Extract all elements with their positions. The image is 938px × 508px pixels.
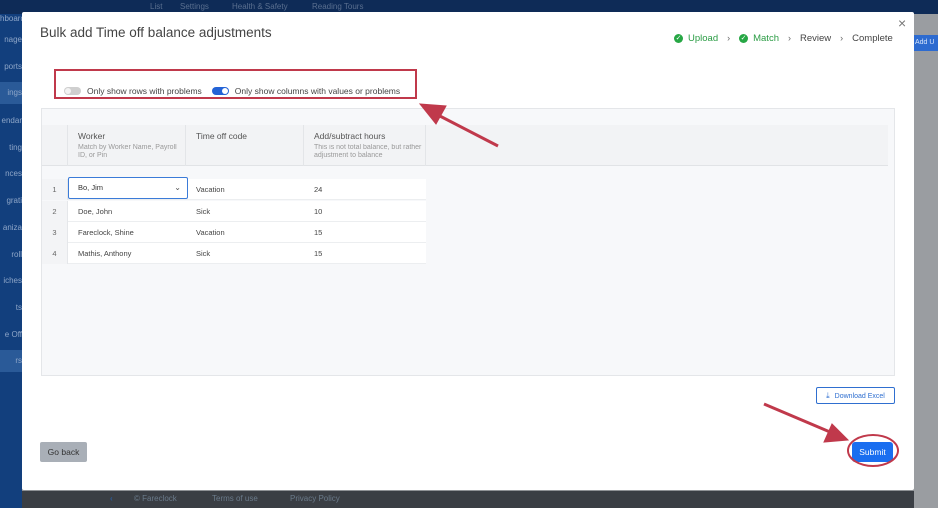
step-label: Complete — [852, 32, 893, 44]
data-table: Worker Match by Worker Name, Payroll ID,… — [41, 108, 895, 376]
table-row: 3 Fareclock, Shine Vacation 15 — [42, 222, 426, 243]
table-header-row: Worker Match by Worker Name, Payroll ID,… — [42, 125, 888, 166]
step-match: ✓ Match — [739, 33, 779, 44]
background-footer-item: © Fareclock — [134, 494, 177, 503]
background-sidebar-item: nces — [5, 169, 22, 178]
step-label: Match — [753, 32, 779, 44]
column-header-hours: Add/subtract hours This is not total bal… — [304, 125, 426, 166]
table-row: 2 Doe, John Sick 10 — [42, 201, 426, 222]
background-sidebar-item: nage — [4, 35, 22, 44]
download-excel-button[interactable]: ⤓ Download Excel — [816, 387, 895, 404]
table-row: 4 Mathis, Anthony Sick 15 — [42, 243, 426, 264]
column-subtitle: This is not total balance, but rather ad… — [314, 144, 422, 159]
toggle-switch-on[interactable] — [211, 87, 229, 95]
worker-select[interactable]: Bo, Jim ⌄ — [68, 177, 188, 199]
background-sidebar-item: ting — [9, 143, 22, 152]
background-footer-item: Terms of use — [212, 494, 258, 503]
modal-title: Bulk add Time off balance adjustments — [40, 25, 272, 40]
column-title: Time off code — [196, 131, 248, 141]
background-footer: ‹ © Fareclock Terms of use Privacy Polic… — [22, 491, 914, 508]
toggle-switch-off[interactable] — [64, 87, 81, 95]
background-sidebar: hboard nage ports ings endar ting nces g… — [0, 14, 22, 508]
download-excel-label: Download Excel — [834, 393, 885, 400]
worker-cell[interactable]: Doe, John — [68, 201, 112, 222]
background-sidebar-item: roll — [11, 250, 22, 259]
table-row: 1 Bo, Jim ⌄ Vacation 24 — [42, 177, 426, 200]
step-review: Review — [800, 33, 831, 44]
background-footer-item: Privacy Policy — [290, 494, 340, 503]
column-header-worker: Worker Match by Worker Name, Payroll ID,… — [68, 125, 186, 166]
background-nav-item: Reading Tours — [312, 2, 364, 11]
download-icon: ⤓ — [826, 391, 830, 400]
background-nav-item: Settings — [180, 2, 209, 11]
worker-cell[interactable]: Fareclock, Shine — [68, 222, 134, 243]
time-off-code-cell[interactable]: Vacation — [186, 179, 225, 200]
column-title: Add/subtract hours — [314, 131, 386, 141]
toggle-columns-with-values[interactable]: Only show columns with values or problem… — [211, 86, 401, 96]
time-off-code-cell[interactable]: Vacation — [186, 222, 225, 243]
row-number-header — [42, 125, 68, 166]
close-icon[interactable]: × — [898, 15, 906, 31]
background-sidebar-item: ts — [15, 303, 22, 312]
hours-cell[interactable]: 15 — [304, 222, 322, 243]
row-number: 2 — [42, 201, 68, 222]
step-separator-icon: › — [787, 33, 791, 43]
chevron-left-icon: ‹ — [110, 494, 113, 503]
time-off-code-cell[interactable]: Sick — [186, 243, 210, 264]
column-subtitle: Match by Worker Name, Payroll ID, or Pin — [78, 144, 177, 159]
toggle-label: Only show rows with problems — [87, 86, 202, 96]
background-sidebar-item: endar — [1, 116, 22, 125]
background-sidebar-item: grati — [6, 196, 22, 205]
toggle-label: Only show columns with values or problem… — [234, 86, 401, 96]
column-title: Worker — [78, 131, 106, 141]
hours-cell[interactable]: 10 — [304, 201, 322, 222]
row-number: 4 — [42, 243, 68, 264]
step-label: Upload — [688, 32, 719, 44]
background-sidebar-item: e Off — [4, 330, 22, 339]
background-sidebar-item: hboard — [0, 14, 22, 23]
toggle-rows-with-problems[interactable]: Only show rows with problems — [64, 86, 202, 96]
column-subtitle — [196, 144, 303, 166]
background-sidebar-item: aniza — [2, 223, 22, 232]
row-number: 3 — [42, 222, 68, 243]
background-sidebar-item-selected: rs — [0, 350, 22, 372]
chevron-down-icon: ⌄ — [174, 183, 181, 192]
hours-cell[interactable]: 24 — [304, 179, 322, 200]
wizard-steps: ✓ Upload › ✓ Match › Review › Complete — [674, 31, 893, 45]
background-sidebar-item: iches — [3, 276, 22, 285]
row-number: 1 — [42, 179, 68, 200]
check-circle-icon: ✓ — [674, 33, 683, 43]
submit-button[interactable]: Submit — [852, 442, 893, 462]
hours-cell[interactable]: 15 — [304, 243, 322, 264]
background-nav-item: List — [150, 2, 163, 11]
worker-cell[interactable]: Mathis, Anthony — [68, 243, 131, 264]
column-header-time-off-code: Time off code — [186, 125, 304, 166]
filter-toggles: Only show rows with problems Only show c… — [64, 86, 400, 96]
background-right-panel — [914, 14, 938, 508]
step-complete: Complete — [852, 33, 893, 44]
step-upload: ✓ Upload — [674, 33, 718, 44]
bulk-add-modal: Bulk add Time off balance adjustments × … — [22, 12, 914, 490]
background-sidebar-item-selected: ings — [0, 82, 22, 104]
step-separator-icon: › — [727, 33, 731, 43]
background-sidebar-item: ports — [4, 62, 22, 71]
step-label: Review — [799, 32, 832, 44]
go-back-button[interactable]: Go back — [40, 442, 87, 462]
background-nav-item: Health & Safety — [232, 2, 288, 11]
time-off-code-cell[interactable]: Sick — [186, 201, 210, 222]
background-add-user-button: Add U — [914, 35, 938, 51]
check-circle-icon: ✓ — [739, 33, 749, 43]
worker-select-value: Bo, Jim — [78, 183, 104, 192]
step-separator-icon: › — [840, 33, 844, 43]
